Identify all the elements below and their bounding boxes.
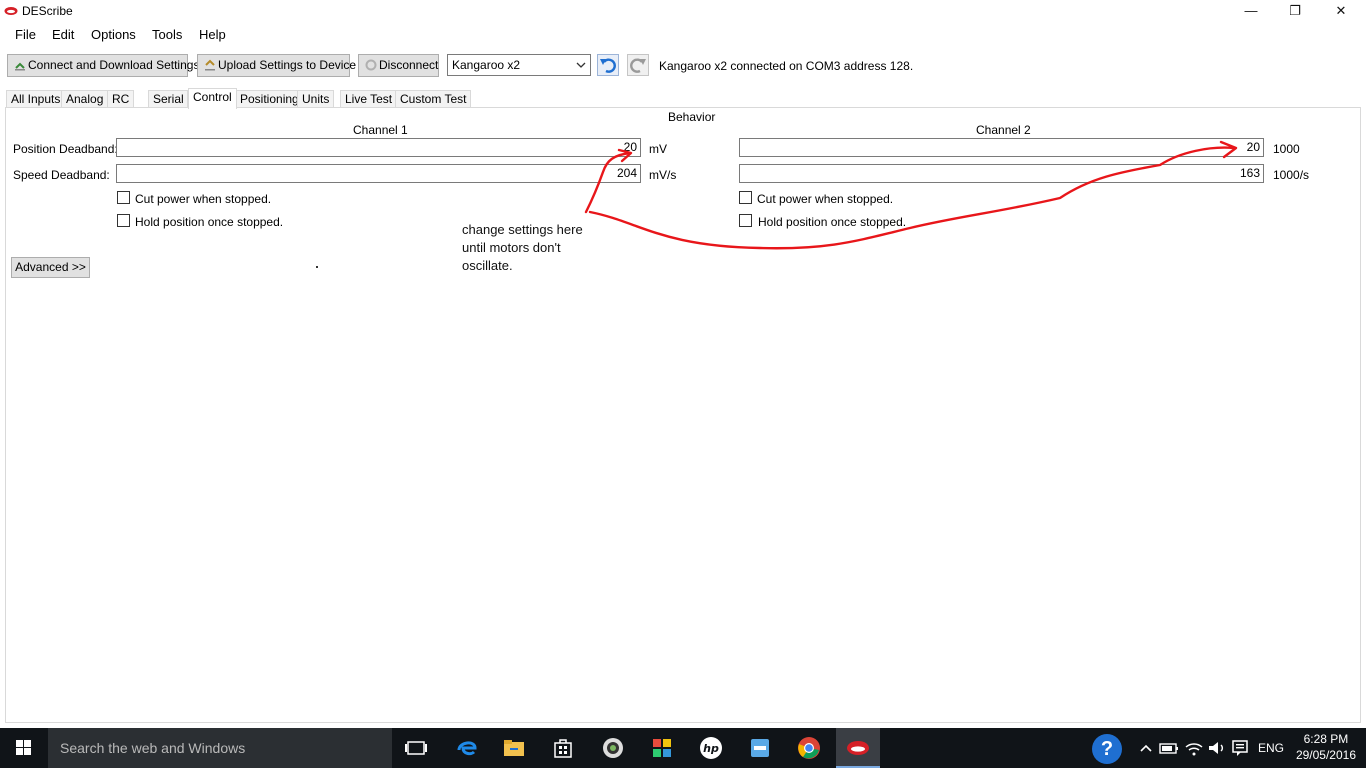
annotation-note: change settings here until motors don't … [462,221,622,275]
annotation-line-2: until motors don't [462,240,561,255]
wifi-icon[interactable] [1182,736,1206,760]
tab-serial[interactable]: Serial [148,90,188,108]
stray-dot [316,266,318,268]
channel2-position-unit: 1000 [1273,142,1300,156]
tab-all-inputs[interactable]: All Inputs [6,90,66,108]
channel2-title: Channel 2 [976,123,1031,137]
channel2-speed-deadband-input[interactable]: 163 [739,164,1264,183]
upload-icon [205,59,215,71]
undo-icon [600,58,616,73]
behavior-section-title: Behavior [668,110,716,124]
taskbar-search-input[interactable]: Search the web and Windows [48,728,392,768]
store-icon[interactable] [551,736,575,760]
channel2-cut-power-label: Cut power when stopped. [757,192,894,206]
menu-file[interactable]: File [15,27,36,42]
tab-units[interactable]: Units [297,90,335,108]
window-title: DEScribe [22,4,73,18]
windows-logo-icon [16,740,31,755]
title-bar: DEScribe — ❐ ✕ [0,0,1366,23]
svg-text:hp: hp [703,742,719,755]
tab-custom-test[interactable]: Custom Test [395,90,472,108]
device-select[interactable]: Kangaroo x2 [447,54,591,76]
channel2-cut-power-checkbox[interactable] [739,191,752,204]
help-icon[interactable]: ? [1092,734,1122,764]
describe-logo-icon [4,7,18,15]
undo-button[interactable] [597,54,619,76]
annotation-line-3: oscillate. [462,258,513,273]
file-explorer-icon[interactable] [502,736,526,760]
connection-status: Kangaroo x2 connected on COM3 address 12… [659,59,914,73]
clock-time: 6:28 PM [1303,732,1349,746]
channel2-speed-unit: 1000/s [1273,168,1310,182]
download-icon [15,62,25,71]
channel2-hold-position-checkbox[interactable] [739,214,752,227]
upload-settings-button[interactable]: Upload Settings to Device [197,54,356,77]
channel1-cut-power-checkbox[interactable] [117,191,130,204]
device-select-value: Kangaroo x2 [452,58,521,72]
tab-rc[interactable]: RC [107,90,135,108]
menu-help[interactable]: Help [199,27,226,42]
tab-live-test[interactable]: Live Test [340,90,398,108]
redo-button[interactable] [627,54,649,76]
toolbar: Connect and Download Settings Upload Set… [0,50,1366,82]
disconnect-label: Disconnect [379,58,439,72]
taskbar: Search the web and Windows hp ? ENG 6:28… [0,728,1366,768]
menu-bar: File Edit Options Tools Help [0,23,1366,45]
clock-date: 29/05/2016 [1295,748,1356,762]
channel1-title: Channel 1 [353,123,408,137]
camera-app-icon[interactable] [601,736,625,760]
hp-app-icon[interactable]: hp [699,736,723,760]
channel1-position-deadband-input[interactable]: 20 [116,138,641,157]
channel1-hold-position-checkbox[interactable] [117,214,130,227]
chevron-down-icon [576,62,586,68]
connect-download-label: Connect and Download Settings [28,58,200,72]
show-hidden-icons-chevron-icon[interactable] [1134,736,1158,760]
channel1-speed-unit: mV/s [649,168,677,182]
volume-icon[interactable] [1205,736,1229,760]
channel1-position-unit: mV [649,142,667,156]
action-center-icon[interactable] [1228,736,1252,760]
channel2-hold-position-label: Hold position once stopped. [758,215,907,229]
start-button[interactable] [0,728,48,768]
task-view-icon[interactable] [404,736,428,760]
disconnect-button[interactable]: Disconnect [358,54,439,77]
channel1-speed-deadband-input[interactable]: 204 [116,164,641,183]
tab-positioning[interactable]: Positioning [235,90,304,108]
speed-deadband-label: Speed Deadband: [13,168,110,182]
tab-control[interactable]: Control [188,88,237,109]
menu-edit[interactable]: Edit [52,27,74,42]
advanced-button[interactable]: Advanced >> [11,257,90,278]
restore-button[interactable]: ❐ [1272,0,1318,23]
upload-settings-label: Upload Settings to Device [218,58,357,72]
menu-options[interactable]: Options [91,27,136,42]
close-button[interactable]: ✕ [1318,0,1364,23]
chrome-browser-icon[interactable] [797,736,821,760]
tab-analog[interactable]: Analog [61,90,109,108]
network-tool-icon[interactable] [748,736,772,760]
disconnect-icon [365,59,377,71]
redo-icon [630,58,646,73]
connect-download-button[interactable]: Connect and Download Settings [7,54,199,77]
language-indicator[interactable]: ENG [1258,741,1284,755]
channel1-hold-position-label: Hold position once stopped. [135,215,284,229]
channel2-position-deadband-input[interactable]: 20 [739,138,1264,157]
edge-browser-icon[interactable] [455,736,479,760]
battery-icon[interactable] [1157,736,1181,760]
minimize-button[interactable]: — [1228,0,1274,23]
position-deadband-label: Position Deadband: [13,142,118,156]
describe-app-icon [847,741,869,755]
paint-app-icon[interactable] [650,736,674,760]
describe-taskbar-button[interactable] [836,728,880,768]
annotation-line-1: change settings here [462,222,583,237]
menu-tools[interactable]: Tools [152,27,182,42]
channel1-cut-power-label: Cut power when stopped. [135,192,272,206]
taskbar-clock[interactable]: 6:28 PM 29/05/2016 [1296,731,1356,763]
